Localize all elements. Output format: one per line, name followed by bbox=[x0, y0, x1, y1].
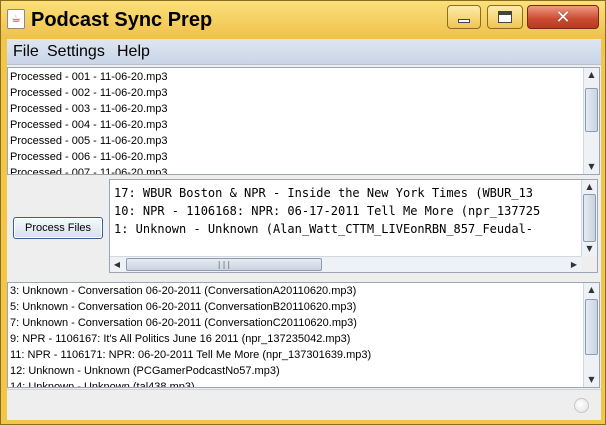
maximize-button[interactable] bbox=[487, 5, 523, 29]
scroll-thumb[interactable] bbox=[583, 194, 596, 242]
list-item[interactable]: Processed - 006 - 11-06-20.mp3 bbox=[8, 149, 599, 165]
scroll-corner bbox=[581, 256, 597, 272]
scroll-up-icon[interactable]: ▲ bbox=[584, 283, 599, 297]
queue-list-vscrollbar[interactable]: ▲ ▼ bbox=[581, 180, 597, 256]
status-bar bbox=[7, 389, 601, 420]
list-item[interactable]: 12: Unknown - Unknown (PCGamerPodcastNo5… bbox=[8, 363, 599, 379]
list-item[interactable]: Processed - 002 - 11-06-20.mp3 bbox=[8, 85, 599, 101]
scroll-left-icon[interactable]: ◀ bbox=[110, 257, 124, 272]
java-app-icon[interactable]: ☕ bbox=[7, 9, 25, 29]
list-item[interactable]: Processed - 003 - 11-06-20.mp3 bbox=[8, 101, 599, 117]
minimize-icon bbox=[458, 19, 470, 23]
queue-list[interactable]: 17: WBUR Boston & NPR - Inside the New Y… bbox=[109, 179, 598, 273]
scroll-down-icon[interactable]: ▼ bbox=[584, 373, 599, 387]
client-area: File Settings Help Processed - 001 - 11-… bbox=[7, 39, 601, 420]
menu-bar: File Settings Help bbox=[7, 39, 601, 65]
grip-icon: ||| bbox=[216, 260, 232, 269]
maximize-icon bbox=[498, 11, 512, 23]
list-item[interactable]: Processed - 001 - 11-06-20.mp3 bbox=[8, 69, 599, 85]
list-item[interactable]: 1: Unknown - Unknown (Alan_Watt_CTTM_LIV… bbox=[110, 220, 597, 238]
scroll-right-icon[interactable]: ▶ bbox=[567, 257, 581, 272]
processed-list-scrollbar[interactable]: ▲ ▼ bbox=[583, 68, 599, 174]
list-item[interactable]: 7: Unknown - Conversation 06-20-2011 (Co… bbox=[8, 315, 599, 331]
scroll-thumb[interactable]: ||| bbox=[126, 258, 322, 271]
process-files-button[interactable]: Process Files bbox=[13, 217, 103, 239]
scroll-thumb[interactable] bbox=[585, 299, 598, 355]
list-item[interactable]: 10: NPR - 1106168: NPR: 06-17-2011 Tell … bbox=[110, 202, 597, 220]
status-indicator-icon bbox=[574, 398, 589, 413]
scroll-up-icon[interactable]: ▲ bbox=[584, 68, 599, 82]
source-list[interactable]: 3: Unknown - Conversation 06-20-2011 (Co… bbox=[7, 282, 600, 388]
list-item[interactable]: 11: NPR - 1106171: NPR: 06-20-2011 Tell … bbox=[8, 347, 599, 363]
list-item[interactable]: 14: Unknown - Unknown (tal438.mp3) bbox=[8, 379, 599, 387]
processed-list[interactable]: Processed - 001 - 11-06-20.mp3 Processed… bbox=[7, 67, 600, 175]
scroll-thumb[interactable] bbox=[585, 88, 598, 132]
list-item[interactable]: Processed - 005 - 11-06-20.mp3 bbox=[8, 133, 599, 149]
app-window: ☕ Podcast Sync Prep ✕ File Settings Help… bbox=[0, 0, 606, 425]
scroll-down-icon[interactable]: ▼ bbox=[584, 160, 599, 174]
menu-help[interactable]: Help bbox=[117, 43, 150, 61]
source-list-scrollbar[interactable]: ▲ ▼ bbox=[583, 283, 599, 387]
list-item[interactable]: 17: WBUR Boston & NPR - Inside the New Y… bbox=[110, 184, 597, 202]
menu-file[interactable]: File bbox=[13, 43, 39, 61]
list-item[interactable]: Processed - 004 - 11-06-20.mp3 bbox=[8, 117, 599, 133]
list-item[interactable]: 5: Unknown - Conversation 06-20-2011 (Co… bbox=[8, 299, 599, 315]
queue-list-hscrollbar[interactable]: ◀ ||| ▶ bbox=[110, 256, 581, 272]
window-title: Podcast Sync Prep bbox=[31, 9, 213, 31]
scroll-up-icon[interactable]: ▲ bbox=[582, 180, 597, 194]
list-item[interactable]: Processed - 007 - 11-06-20.mp3 bbox=[8, 165, 599, 174]
list-item[interactable]: 3: Unknown - Conversation 06-20-2011 (Co… bbox=[8, 283, 599, 299]
scroll-down-icon[interactable]: ▼ bbox=[582, 242, 597, 256]
minimize-button[interactable] bbox=[447, 5, 481, 29]
close-icon: ✕ bbox=[555, 6, 571, 28]
menu-settings[interactable]: Settings bbox=[47, 43, 105, 61]
list-item[interactable]: 9: NPR - 1106167: It's All Politics June… bbox=[8, 331, 599, 347]
close-button[interactable]: ✕ bbox=[527, 5, 599, 29]
title-bar[interactable]: ☕ Podcast Sync Prep ✕ bbox=[1, 1, 605, 39]
